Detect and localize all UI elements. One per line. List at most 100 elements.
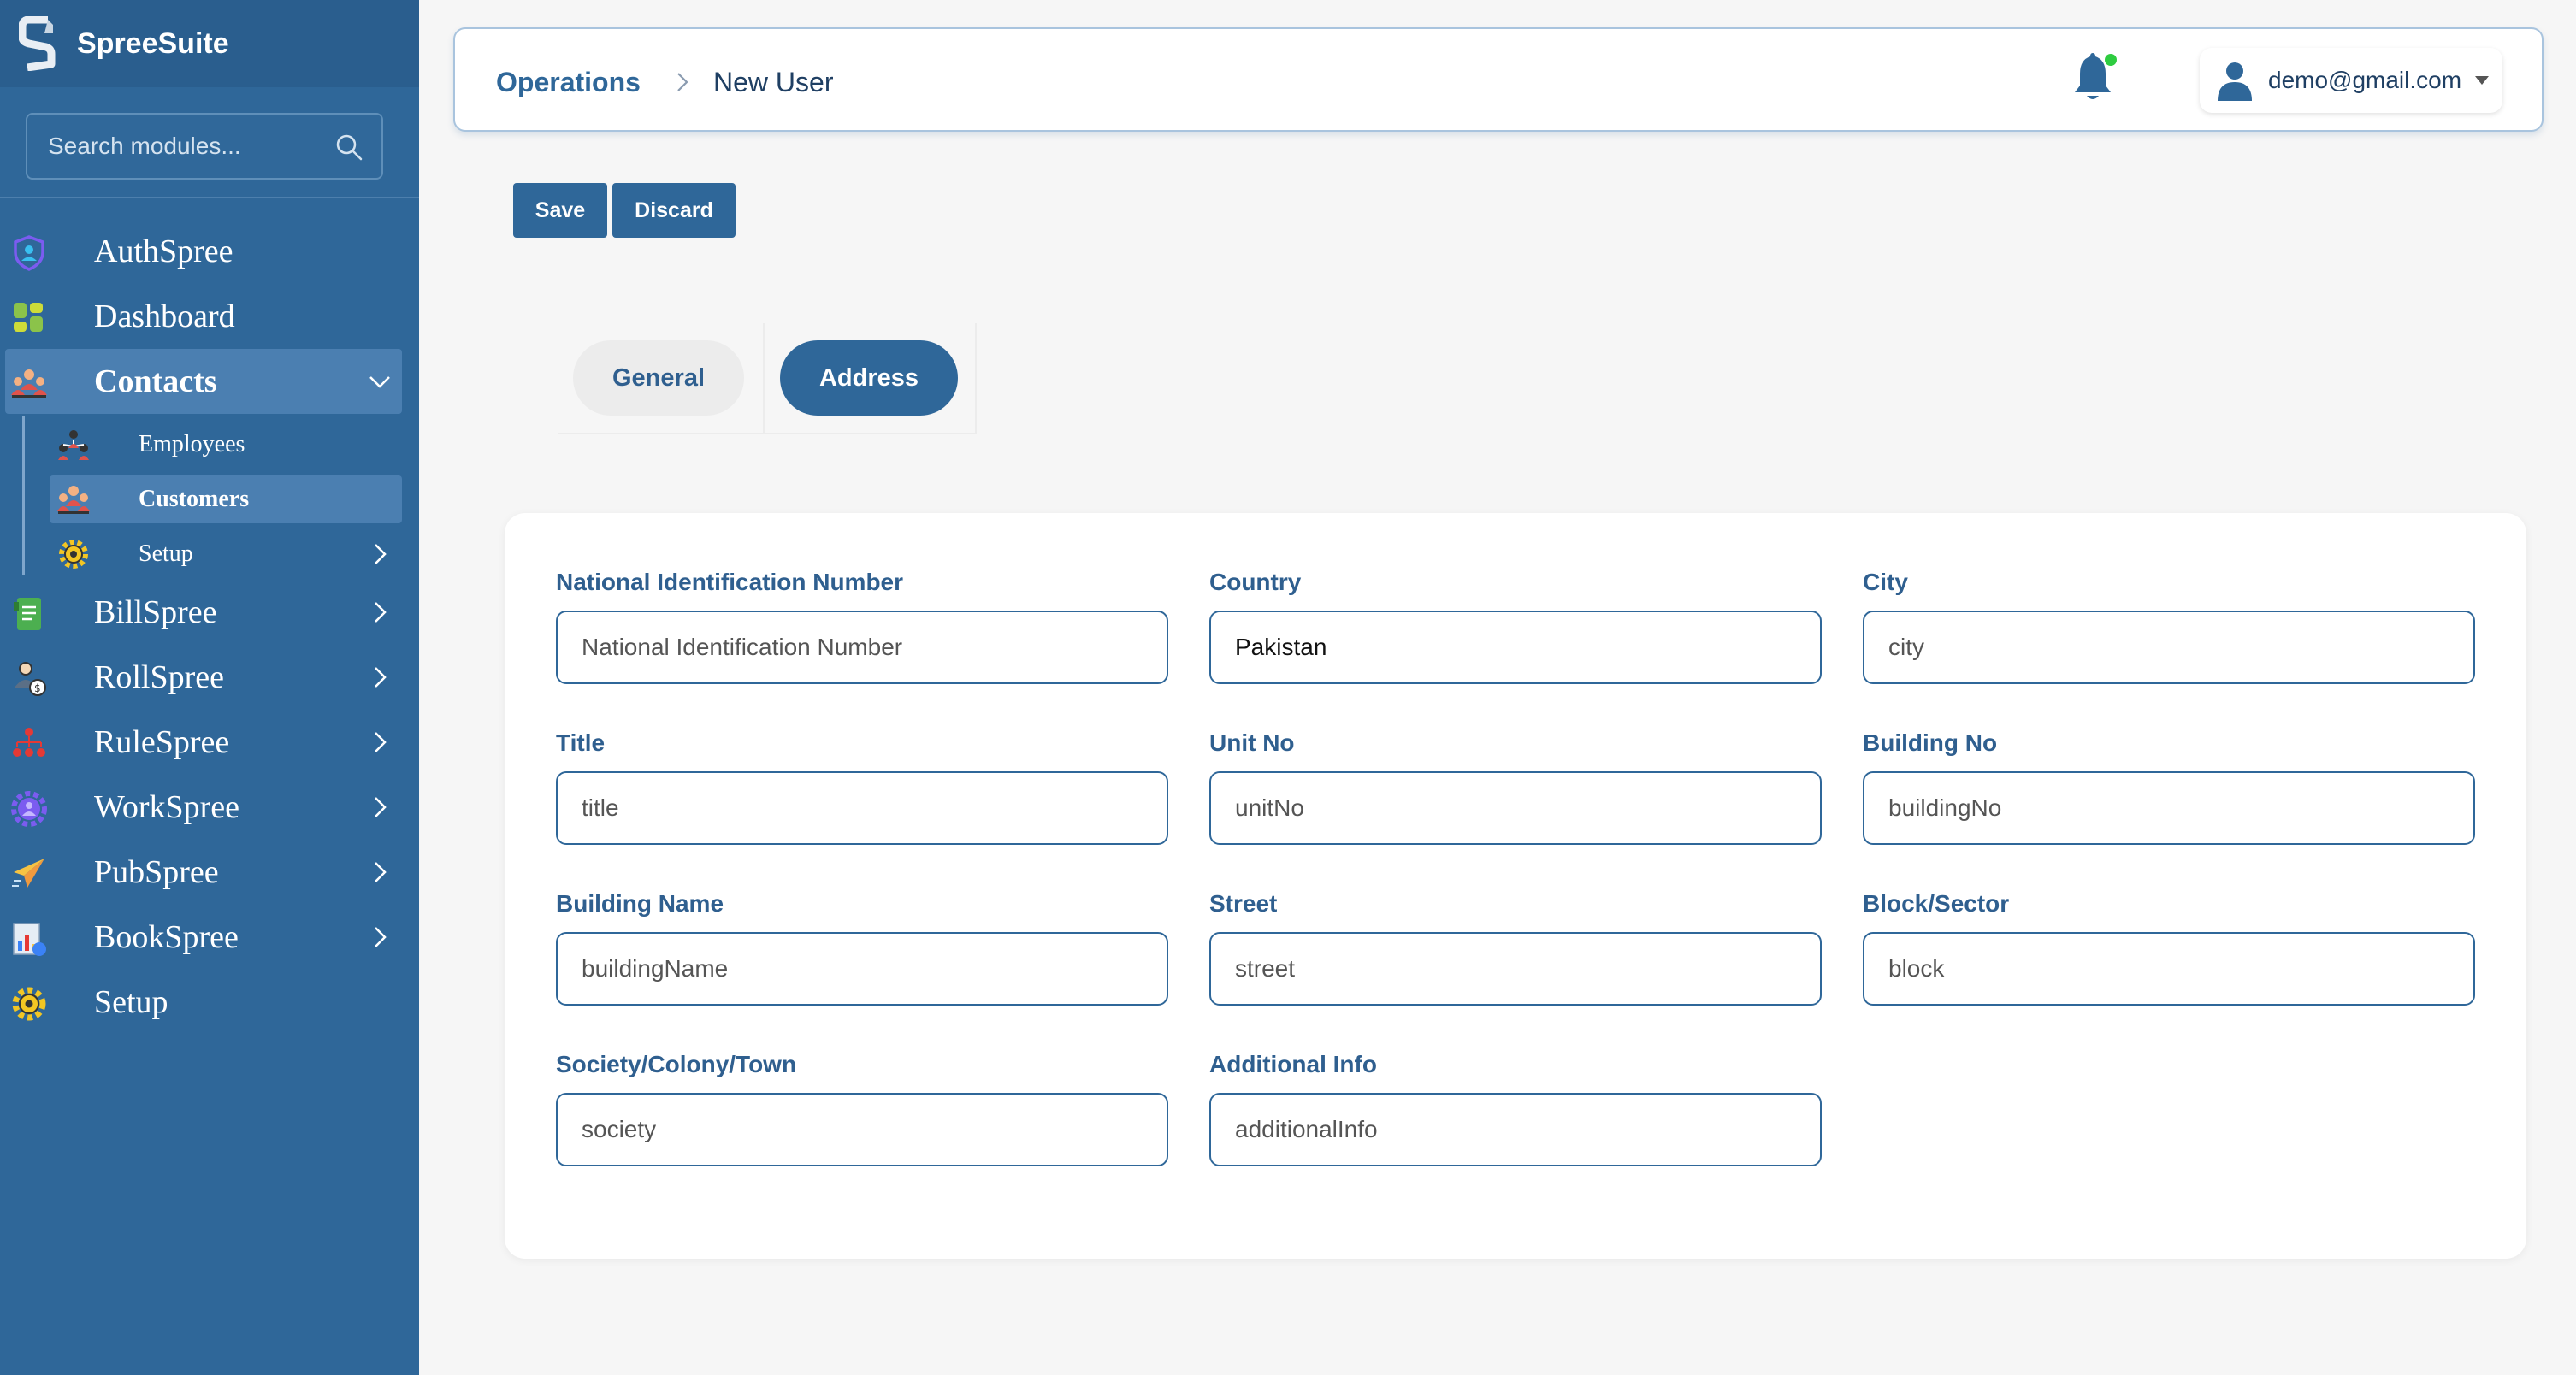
tab-general[interactable]: General (573, 340, 744, 416)
chevron-right-icon[interactable] (368, 860, 392, 884)
field-additional-info: Additional Info (1209, 1050, 1822, 1166)
sidebar-item-pubspree[interactable]: PubSpree (0, 840, 419, 905)
sidebar-item-label: Setup (94, 984, 168, 1020)
brand-name: SpreeSuite (77, 27, 229, 60)
sidebar-item-setup[interactable]: Setup (0, 970, 419, 1035)
sidebar-item-contacts[interactable]: Contacts (5, 349, 402, 414)
sidebar-subitem-label: Setup (139, 540, 193, 567)
save-button[interactable]: Save (513, 183, 607, 238)
bill-document-icon (14, 598, 41, 630)
dashboard-grid-icon (14, 303, 43, 332)
field-society: Society/Colony/Town (556, 1050, 1168, 1166)
society-label: Society/Colony/Town (556, 1051, 797, 1077)
field-block: Block/Sector (1863, 889, 2475, 1006)
sidebar-item-label: BillSpree (94, 594, 217, 630)
spreesuite-logo-icon (19, 16, 56, 71)
module-search (26, 113, 383, 180)
employees-icon (58, 430, 89, 460)
chevron-right-icon[interactable] (368, 730, 392, 754)
notification-bell-icon[interactable] (2068, 51, 2118, 104)
gear-icon (12, 987, 46, 1021)
building-no-input[interactable] (1863, 771, 2475, 845)
search-area (0, 87, 419, 180)
chevron-right-icon[interactable] (368, 925, 392, 949)
paper-plane-icon (12, 859, 44, 888)
sidebar-item-label: RollSpree (94, 659, 224, 695)
title-input[interactable] (556, 771, 1168, 845)
user-menu[interactable]: demo@gmail.com (2200, 48, 2502, 113)
sidebar-item-rollspree[interactable]: $ RollSpree (0, 645, 419, 710)
sidebar-item-label: Dashboard (94, 298, 235, 334)
sidebar-subitem-label: Employees (139, 431, 245, 457)
field-city: City (1863, 568, 2475, 684)
submenu-line (22, 416, 25, 575)
sidebar-item-label: WorkSpree (94, 789, 239, 825)
sidebar-item-authspree[interactable]: AuthSpree (0, 219, 419, 284)
sidebar-item-billspree[interactable]: BillSpree (0, 580, 419, 645)
unit-no-label: Unit No (1209, 729, 1295, 756)
society-input[interactable] (556, 1093, 1168, 1166)
sidebar-item-workspree[interactable]: WorkSpree (0, 775, 419, 840)
user-avatar-icon (2218, 62, 2252, 101)
title-label: Title (556, 729, 606, 756)
sidebar-item-label: PubSpree (94, 854, 219, 890)
field-title: Title (556, 729, 1168, 845)
sidebar-subitem-label: Customers (139, 486, 250, 512)
field-unit-no: Unit No (1209, 729, 1822, 845)
payroll-person-icon: $ (15, 662, 46, 696)
chevron-right-icon[interactable] (368, 795, 392, 819)
breadcrumb-root-link[interactable]: Operations (496, 67, 641, 98)
nin-input[interactable] (556, 611, 1168, 684)
svg-text:$: $ (34, 682, 41, 694)
field-nin: National Identification Number (556, 568, 1168, 684)
chevron-right-icon[interactable] (368, 542, 392, 566)
unit-no-input[interactable] (1209, 771, 1822, 845)
building-name-label: Building Name (556, 890, 724, 917)
caret-down-icon[interactable] (2475, 76, 2489, 85)
sidebar: SpreeSuite AuthSpree (0, 0, 419, 1375)
sidebar-item-label: BookSpree (94, 919, 239, 955)
accounting-chart-icon (13, 923, 46, 956)
city-label: City (1863, 569, 1908, 595)
address-form-card: National Identification Number Country C… (505, 513, 2526, 1259)
hierarchy-icon (13, 728, 45, 757)
shield-user-icon (14, 235, 44, 271)
additional-info-label: Additional Info (1209, 1051, 1377, 1077)
sidebar-subitem-customers[interactable]: Customers (50, 475, 402, 523)
breadcrumb-current-page: New User (713, 67, 834, 97)
country-input[interactable] (1209, 611, 1822, 684)
contacts-group-icon (11, 369, 47, 398)
block-input[interactable] (1863, 932, 2475, 1006)
sidebar-subitem-setup[interactable]: Setup (50, 530, 402, 578)
sidebar-item-dashboard[interactable]: Dashboard (0, 284, 419, 349)
additional-info-input[interactable] (1209, 1093, 1822, 1166)
sidebar-item-label: RuleSpree (94, 724, 230, 760)
building-name-input[interactable] (556, 932, 1168, 1006)
sidebar-item-bookspree[interactable]: BookSpree (0, 905, 419, 970)
sidebar-subitem-employees[interactable]: Employees (50, 421, 402, 469)
building-no-label: Building No (1863, 729, 1998, 756)
country-label: Country (1209, 569, 1302, 595)
top-header: Operations New User demo@gmail.com (453, 27, 2544, 132)
search-input[interactable] (27, 115, 381, 178)
chevron-down-icon[interactable] (368, 369, 392, 393)
block-label: Block/Sector (1863, 890, 2010, 917)
chevron-right-icon[interactable] (368, 665, 392, 689)
field-street: Street (1209, 889, 1822, 1006)
field-country: Country (1209, 568, 1822, 684)
brand-bar: SpreeSuite (0, 0, 419, 87)
sidebar-item-label: Contacts (94, 363, 217, 399)
chevron-right-icon[interactable] (368, 600, 392, 624)
contacts-submenu: Employees Customers Setup (0, 414, 419, 580)
city-input[interactable] (1863, 611, 2475, 684)
customers-icon (57, 486, 90, 514)
sidebar-item-rulespree[interactable]: RuleSpree (0, 710, 419, 775)
tab-address[interactable]: Address (780, 340, 958, 416)
breadcrumb-chevron-icon (677, 73, 688, 91)
street-input[interactable] (1209, 932, 1822, 1006)
discard-button[interactable]: Discard (612, 183, 736, 238)
team-gear-icon (11, 791, 47, 827)
search-icon[interactable] (335, 133, 363, 161)
nin-label: National Identification Number (556, 569, 904, 595)
module-nav: AuthSpree Dashboard Contacts Employees C… (0, 219, 419, 1035)
